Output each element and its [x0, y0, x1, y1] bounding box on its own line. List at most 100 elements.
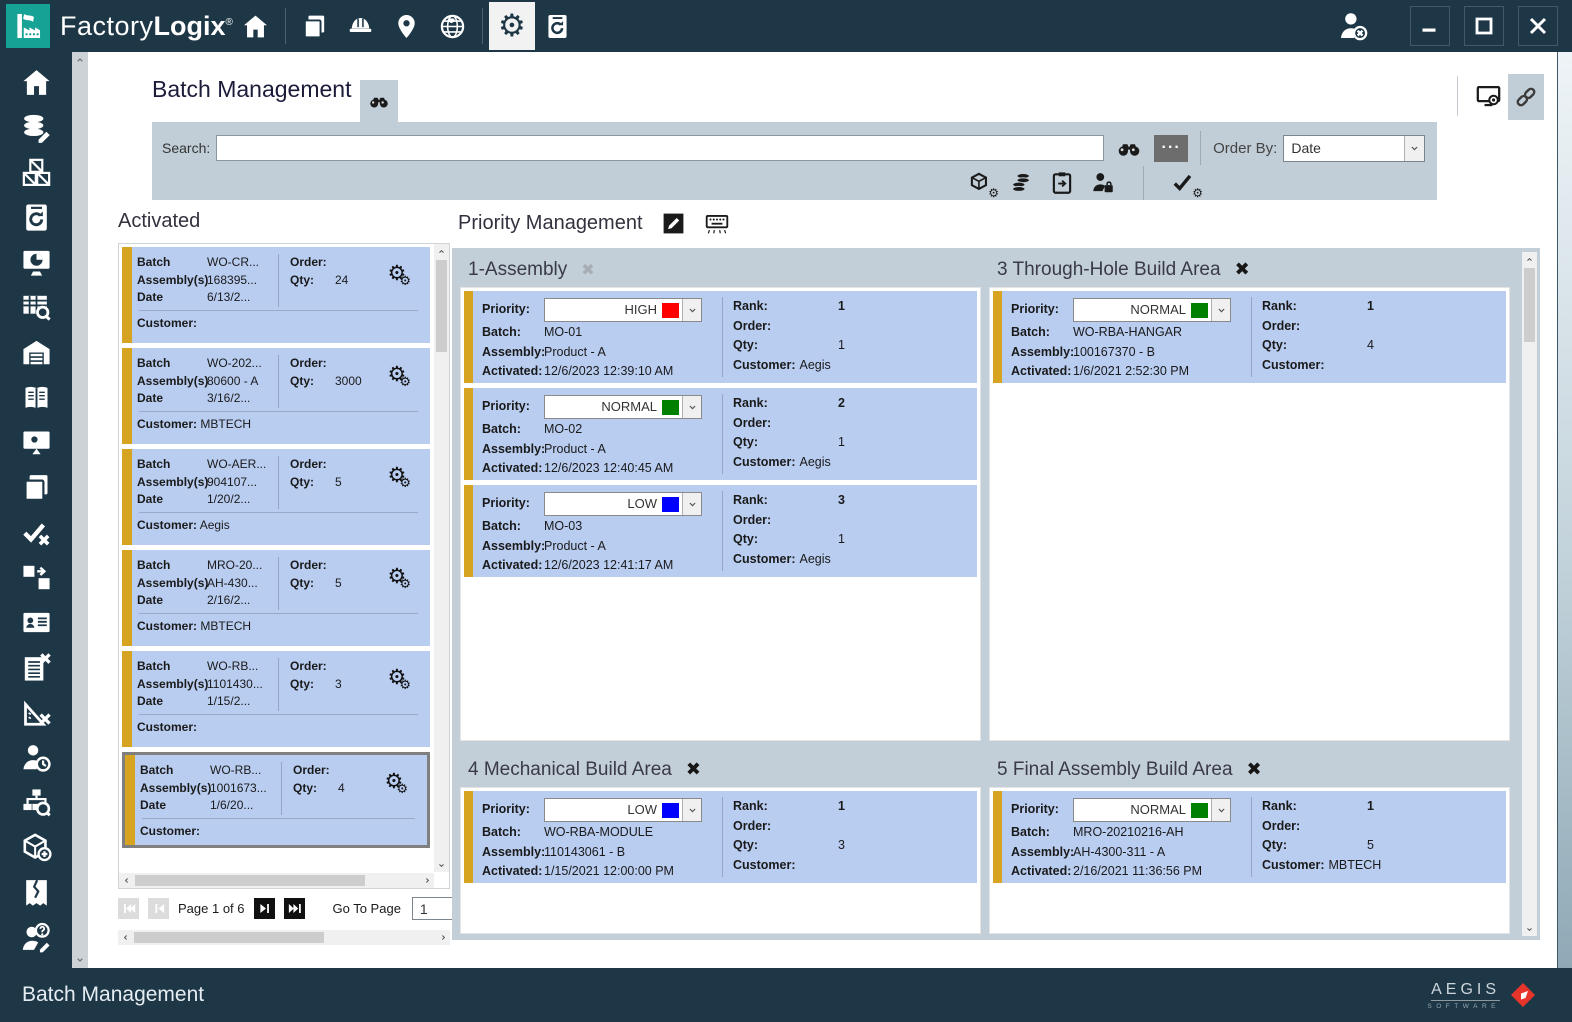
- priority-card[interactable]: Priority: HIGH Batch:MO-01 Assembly:Prod…: [464, 291, 977, 383]
- scroll-up-icon[interactable]: [72, 52, 88, 68]
- sidebar-item-pages[interactable]: [14, 469, 58, 505]
- priority-vertical-scrollbar[interactable]: [1522, 252, 1537, 936]
- batch-settings-gears-icon[interactable]: ⚙⚙: [385, 769, 415, 793]
- activated-vertical-scrollbar[interactable]: [434, 244, 449, 872]
- priority-dropdown[interactable]: LOW: [544, 492, 702, 516]
- sidebar-item-org-search[interactable]: [14, 784, 58, 820]
- location-icon[interactable]: [384, 0, 430, 52]
- sidebar-item-defect-page[interactable]: [14, 874, 58, 910]
- scroll-right-icon[interactable]: [420, 873, 434, 888]
- edit-pencil-icon[interactable]: [661, 211, 686, 236]
- batch-settings-gears-icon[interactable]: ⚙⚙: [388, 261, 418, 285]
- scrollbar-thumb[interactable]: [1524, 268, 1535, 342]
- priority-card[interactable]: Priority: NORMAL Batch:WO-RBA-HANGAR Ass…: [993, 291, 1506, 383]
- panel-close-icon[interactable]: ✖: [1247, 761, 1262, 779]
- sidebar-item-device-search[interactable]: [14, 424, 58, 460]
- chevron-down-icon[interactable]: [682, 299, 701, 321]
- scroll-down-icon[interactable]: [72, 952, 88, 968]
- order-by-select[interactable]: Date: [1283, 135, 1425, 162]
- sidebar-item-checklist-remove[interactable]: [14, 649, 58, 685]
- batch-settings-gears-icon[interactable]: ⚙⚙: [388, 362, 418, 386]
- panel-close-icon[interactable]: ✖: [686, 761, 701, 779]
- sidebar-item-material-crates[interactable]: [14, 154, 58, 190]
- verify-gear-icon[interactable]: ⚙: [1171, 170, 1197, 196]
- previous-page-button[interactable]: [148, 898, 169, 919]
- sidebar-item-verify[interactable]: [14, 514, 58, 550]
- priority-card[interactable]: Priority: LOW Batch:WO-RBA-MODULE Assemb…: [464, 791, 977, 883]
- sidebar-item-package-add[interactable]: [14, 829, 58, 865]
- more-options-button[interactable]: ...: [1154, 135, 1188, 162]
- batch-search-tab[interactable]: [360, 80, 398, 122]
- link-icon[interactable]: [1508, 74, 1544, 120]
- chevron-down-icon[interactable]: [1404, 136, 1424, 161]
- monitor-sync-icon[interactable]: [1475, 82, 1502, 109]
- priority-dropdown[interactable]: NORMAL: [1073, 298, 1231, 322]
- window-close-button[interactable]: [1518, 6, 1558, 46]
- pages-icon[interactable]: [292, 0, 338, 52]
- keyboard-icon[interactable]: [704, 210, 730, 236]
- scroll-left-icon[interactable]: [119, 873, 133, 888]
- sidebar-item-measure-remove[interactable]: [14, 694, 58, 730]
- pane-horizontal-scrollbar[interactable]: [118, 930, 450, 945]
- window-maximize-button[interactable]: [1464, 6, 1504, 46]
- batch-settings-gears-icon[interactable]: ⚙⚙: [388, 665, 418, 689]
- sidebar-item-operator-time[interactable]: [14, 739, 58, 775]
- user-logout-icon[interactable]: [1336, 9, 1370, 43]
- settings-gear-icon[interactable]: ⚙: [489, 2, 535, 50]
- sidebar-item-documentation[interactable]: [14, 379, 58, 415]
- batch-card[interactable]: BatchWO-RB... Assembly(s)1101430... Date…: [122, 651, 430, 747]
- first-page-button[interactable]: [118, 898, 139, 919]
- home-icon[interactable]: [233, 0, 279, 52]
- priority-card[interactable]: Priority: LOW Batch:MO-03 Assembly:Produ…: [464, 485, 977, 577]
- batch-settings-gears-icon[interactable]: ⚙⚙: [388, 564, 418, 588]
- sidebar-item-home[interactable]: [14, 64, 58, 100]
- batch-card[interactable]: BatchWO-CR... Assembly(s)168395... Date6…: [122, 247, 430, 343]
- cube-gear-icon[interactable]: ⚙: [967, 170, 993, 196]
- globe-icon[interactable]: [430, 0, 476, 52]
- scroll-left-icon[interactable]: [118, 930, 132, 945]
- sidebar-item-production-data[interactable]: [14, 109, 58, 145]
- priority-dropdown[interactable]: HIGH: [544, 298, 702, 322]
- batch-card[interactable]: BatchWO-202... Assembly(s)80600 - A Date…: [122, 348, 430, 444]
- search-input[interactable]: [216, 135, 1104, 161]
- sidebar-item-id-card[interactable]: [14, 604, 58, 640]
- priority-dropdown[interactable]: NORMAL: [1073, 798, 1231, 822]
- batch-card[interactable]: BatchMRO-20... Assembly(s)AH-430... Date…: [122, 550, 430, 646]
- chevron-down-icon[interactable]: [682, 396, 701, 418]
- history-icon[interactable]: [535, 0, 581, 52]
- batch-card[interactable]: BatchWO-RB... Assembly(s)1001673... Date…: [122, 752, 430, 848]
- batch-card[interactable]: BatchWO-AER... Assembly(s)904107... Date…: [122, 449, 430, 545]
- chevron-down-icon[interactable]: [1211, 799, 1230, 821]
- panel-close-icon[interactable]: ✖: [1235, 261, 1250, 279]
- scrollbar-thumb[interactable]: [135, 875, 365, 886]
- binoculars-icon[interactable]: [1116, 135, 1142, 161]
- priority-card[interactable]: Priority: NORMAL Batch:MO-02 Assembly:Pr…: [464, 388, 977, 480]
- person-asset-icon[interactable]: [1090, 170, 1116, 196]
- chevron-down-icon[interactable]: [682, 493, 701, 515]
- clipboard-transfer-icon[interactable]: [1049, 170, 1075, 196]
- next-page-button[interactable]: [254, 898, 275, 919]
- panel-close-icon[interactable]: ✖: [581, 262, 594, 278]
- scroll-right-icon[interactable]: [436, 930, 450, 945]
- sidebar-item-table-search[interactable]: [14, 289, 58, 325]
- priority-dropdown[interactable]: LOW: [544, 798, 702, 822]
- coins-icon[interactable]: [1008, 170, 1034, 196]
- scroll-up-icon[interactable]: [434, 244, 449, 258]
- sidebar-item-transfer[interactable]: [14, 559, 58, 595]
- sidebar-scrollbar[interactable]: [72, 52, 88, 968]
- priority-dropdown[interactable]: NORMAL: [544, 395, 702, 419]
- scroll-down-icon[interactable]: [434, 858, 449, 872]
- sidebar-item-dashboard[interactable]: [14, 244, 58, 280]
- sidebar-item-operator-help[interactable]: [14, 919, 58, 955]
- batch-settings-gears-icon[interactable]: ⚙⚙: [388, 463, 418, 487]
- chevron-down-icon[interactable]: [682, 799, 701, 821]
- priority-card[interactable]: Priority: NORMAL Batch:MRO-20210216-AH A…: [993, 791, 1506, 883]
- sidebar-item-batch-history[interactable]: [14, 199, 58, 235]
- hardhat-icon[interactable]: [338, 0, 384, 52]
- last-page-button[interactable]: [284, 898, 305, 919]
- sidebar-item-warehouse[interactable]: [14, 334, 58, 370]
- scrollbar-thumb[interactable]: [436, 260, 447, 352]
- scroll-up-icon[interactable]: [1522, 252, 1537, 266]
- chevron-down-icon[interactable]: [1211, 299, 1230, 321]
- scroll-down-icon[interactable]: [1522, 922, 1537, 936]
